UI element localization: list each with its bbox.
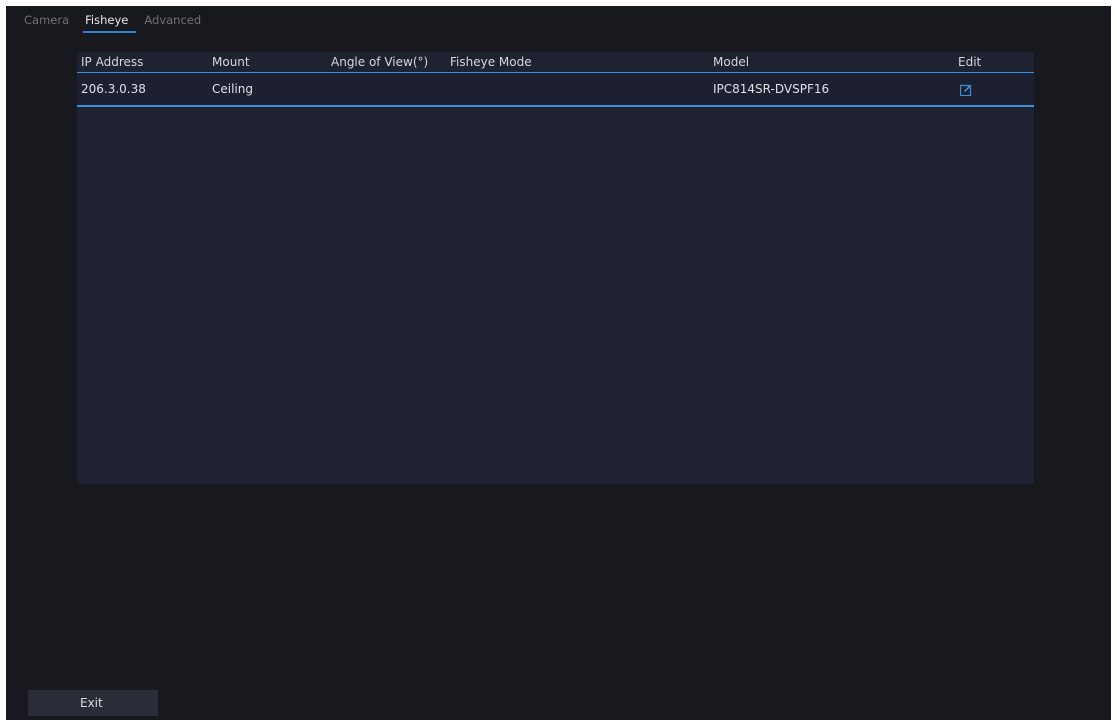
cell-model: IPC814SR-DVSPF16 (713, 82, 830, 96)
tab-fisheye[interactable]: Fisheye (77, 12, 137, 33)
tab-camera[interactable]: Camera (16, 12, 77, 28)
table-header: IP Address Mount Angle of View(°) Fishey… (77, 52, 1034, 73)
column-header-model[interactable]: Model (713, 55, 749, 69)
tab-bar: Camera Fisheye Advanced (16, 12, 209, 34)
column-header-angle-of-view[interactable]: Angle of View(°) (331, 55, 428, 69)
table-row[interactable]: 206.3.0.38 Ceiling IPC814SR-DVSPF16 (77, 73, 1034, 107)
fisheye-settings-window: Camera Fisheye Advanced IP Address Mount… (6, 6, 1111, 720)
fisheye-camera-table: IP Address Mount Angle of View(°) Fishey… (77, 52, 1034, 484)
cell-mount: Ceiling (212, 82, 253, 96)
column-header-fisheye-mode[interactable]: Fisheye Mode (450, 55, 532, 69)
edit-icon[interactable] (959, 84, 972, 97)
tab-advanced[interactable]: Advanced (136, 12, 209, 28)
column-header-mount[interactable]: Mount (212, 55, 250, 69)
cell-ip-address: 206.3.0.38 (81, 82, 146, 96)
column-header-ip-address[interactable]: IP Address (81, 55, 143, 69)
exit-button[interactable]: Exit (28, 690, 158, 716)
column-header-edit: Edit (958, 55, 982, 69)
